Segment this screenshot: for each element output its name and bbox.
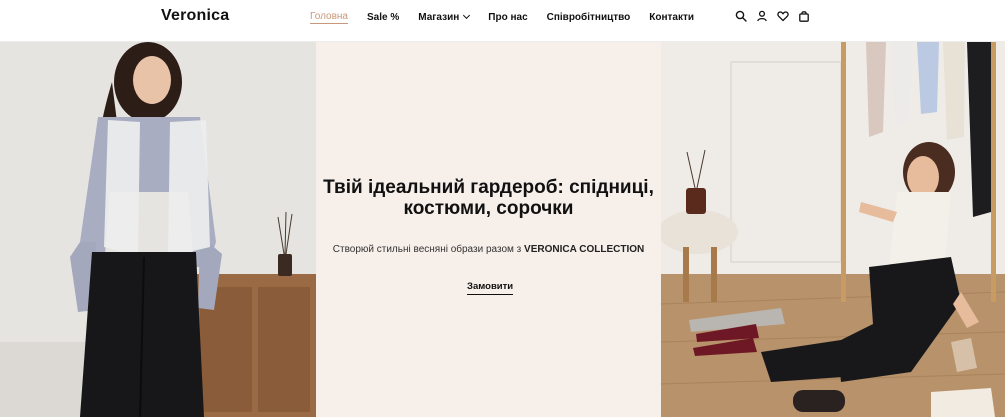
nav-item-partnership[interactable]: Співробітництво bbox=[547, 12, 631, 23]
nav-item-home[interactable]: Головна bbox=[310, 11, 348, 24]
hero-title: Твій ідеальний гардероб: спідниці, костю… bbox=[316, 177, 661, 219]
nav-item-shop[interactable]: Магазин bbox=[418, 11, 471, 23]
order-button[interactable]: Замовити bbox=[467, 281, 514, 295]
site-logo[interactable]: Veronica bbox=[161, 7, 229, 25]
nav-item-about[interactable]: Про нас bbox=[488, 12, 527, 23]
hero-subtitle: Створюй стильні весняні образи разом з V… bbox=[316, 244, 661, 255]
hero-image-right bbox=[661, 42, 1005, 417]
heart-icon[interactable] bbox=[777, 10, 789, 22]
hero-title-line1: Твій ідеальний гардероб: спідниці, bbox=[323, 177, 654, 198]
hero-title-line2: костюми, сорочки bbox=[403, 198, 574, 219]
hero-subtitle-text: Створюй стильні весняні образи разом з bbox=[332, 244, 525, 255]
hero-photo-right bbox=[661, 42, 1005, 417]
nav-item-sale[interactable]: Sale % bbox=[367, 12, 399, 23]
hero-photo-left bbox=[0, 42, 316, 417]
hero-subtitle-brand: VERONICA COLLECTION bbox=[524, 244, 645, 255]
hero-image-left bbox=[0, 42, 316, 417]
search-icon[interactable] bbox=[735, 10, 747, 22]
user-icon[interactable] bbox=[756, 10, 768, 22]
nav-item-shop-label: Магазин bbox=[418, 12, 460, 23]
main-nav: Головна Sale % Магазин Про нас Співробіт… bbox=[310, 11, 694, 24]
hero-text-panel: Твій ідеальний гардероб: спідниці, костю… bbox=[316, 42, 661, 417]
nav-item-contacts[interactable]: Контакти bbox=[649, 12, 694, 23]
header-icons bbox=[735, 10, 810, 22]
chevron-down-icon bbox=[463, 11, 471, 20]
bag-icon[interactable] bbox=[798, 10, 810, 22]
site-header: Veronica Головна Sale % Магазин Про нас … bbox=[0, 0, 1005, 42]
